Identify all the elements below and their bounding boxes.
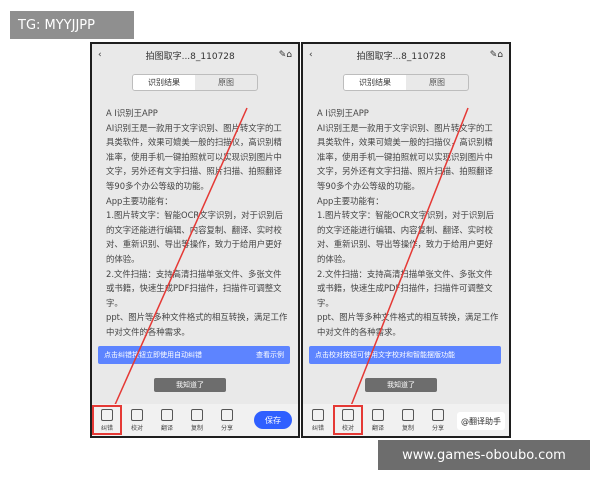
bottom-toolbar: 纠错 校对 翻译 复制 分享 保存: [92, 404, 298, 436]
proofread-button[interactable]: 校对: [122, 405, 152, 435]
cursor-icon: [131, 408, 143, 421]
auto-correct-banner[interactable]: 点击纠错按钮立即使用自动纠错 查看示例: [98, 346, 290, 364]
content-line: 2.文件扫描：支持高清扫描单张文件、多张文件或书籍，快速生成PDF扫描件，扫描件…: [317, 268, 493, 308]
view-example-link[interactable]: 查看示例: [256, 350, 284, 360]
phone-left-screenshot: ‹ 拍图取字...8_110728 ✎ ⌂ 识别结果 原图 A I识别王APP …: [90, 42, 300, 438]
copy-button[interactable]: 复制: [393, 405, 423, 435]
recognized-text: A I识别王APP AI识别王是一款用于文字识别、图片转文字的工具类软件，效果可…: [106, 106, 288, 340]
content-line: ppt、图片等多种文件格式的相互转换，满足工作中对文件的各种需求。: [106, 312, 288, 337]
share-icon: [432, 408, 444, 421]
share-button[interactable]: 分享: [212, 405, 242, 435]
edit-icon[interactable]: ✎: [490, 50, 498, 60]
scan-icon: [101, 408, 113, 421]
content-line: 1.图片转文字：智能OCR文字识别，对于识别后的文字还能进行编辑、内容复制、翻译…: [317, 210, 494, 264]
tab-recognition-result[interactable]: 识别结果: [344, 75, 406, 90]
top-bar: ‹ 拍图取字...8_110728 ✎ ⌂: [303, 44, 509, 66]
credit-badge: @翻译助手: [457, 412, 505, 430]
share-icon: [221, 408, 233, 421]
result-tabs: 识别结果 原图: [343, 74, 469, 91]
document-title: 拍图取字...8_110728: [145, 51, 235, 62]
bottom-toolbar: 纠错 校对 翻译 复制 分享 @翻译助手: [303, 404, 509, 436]
proofread-button[interactable]: 校对: [333, 405, 363, 435]
content-line: 1.图片转文字：智能OCR文字识别，对于识别后的文字还能进行编辑、内容复制、翻译…: [106, 210, 283, 264]
scan-icon: [312, 408, 324, 421]
content-line: ppt、图片等多种文件格式的相互转换，满足工作中对文件的各种需求。: [317, 312, 499, 337]
save-button[interactable]: 保存: [254, 411, 292, 429]
phone-right-screenshot: ‹ 拍图取字...8_110728 ✎ ⌂ 识别结果 原图 A I识别王APP …: [301, 42, 511, 438]
cursor-icon: [342, 408, 354, 421]
translate-button[interactable]: 翻译: [152, 405, 182, 435]
content-line: 2.文件扫描：支持高清扫描单张文件、多张文件或书籍，快速生成PDF扫描件，扫描件…: [106, 268, 282, 308]
correct-button[interactable]: 纠错: [92, 405, 122, 435]
translate-icon: [372, 408, 384, 421]
tab-recognition-result[interactable]: 识别结果: [133, 75, 195, 90]
tab-original-image[interactable]: 原图: [406, 75, 468, 90]
home-icon[interactable]: ⌂: [286, 50, 292, 60]
recognized-text: A I识别王APP AI识别王是一款用于文字识别、图片转文字的工具类软件，效果可…: [317, 106, 499, 340]
edit-icon[interactable]: ✎: [279, 50, 287, 60]
document-title: 拍图取字...8_110728: [356, 51, 446, 62]
content-line: App主要功能有：: [317, 195, 384, 206]
tab-original-image[interactable]: 原图: [195, 75, 257, 90]
content-line: AI识别王是一款用于文字识别、图片转文字的工具类软件，效果可媲美一般的扫描仪，高…: [317, 122, 493, 191]
correct-button[interactable]: 纠错: [303, 405, 333, 435]
content-line: A I识别王APP: [106, 108, 158, 118]
translate-icon: [161, 408, 173, 421]
copy-button[interactable]: 复制: [182, 405, 212, 435]
top-bar: ‹ 拍图取字...8_110728 ✎ ⌂: [92, 44, 298, 66]
result-tabs: 识别结果 原图: [132, 74, 258, 91]
share-button[interactable]: 分享: [423, 405, 453, 435]
watermark: www.games-oboubo.com: [378, 440, 590, 470]
translate-button[interactable]: 翻译: [363, 405, 393, 435]
tg-tag: TG: MYYJJPP: [10, 11, 134, 39]
got-it-toast[interactable]: 我知道了: [365, 378, 437, 392]
copy-icon: [402, 408, 414, 421]
content-line: A I识别王APP: [317, 108, 369, 118]
banner-text: 点击校对按钮可使用文字校对和智能摆版功能: [315, 351, 455, 359]
copy-icon: [191, 408, 203, 421]
content-line: AI识别王是一款用于文字识别、图片转文字的工具类软件，效果可媲美一般的扫描仪，高…: [106, 122, 282, 191]
got-it-toast[interactable]: 我知道了: [154, 378, 226, 392]
banner-text: 点击纠错按钮立即使用自动纠错: [104, 351, 202, 359]
proofread-banner[interactable]: 点击校对按钮可使用文字校对和智能摆版功能: [309, 346, 501, 364]
home-icon[interactable]: ⌂: [497, 50, 503, 60]
content-line: App主要功能有：: [106, 195, 173, 206]
